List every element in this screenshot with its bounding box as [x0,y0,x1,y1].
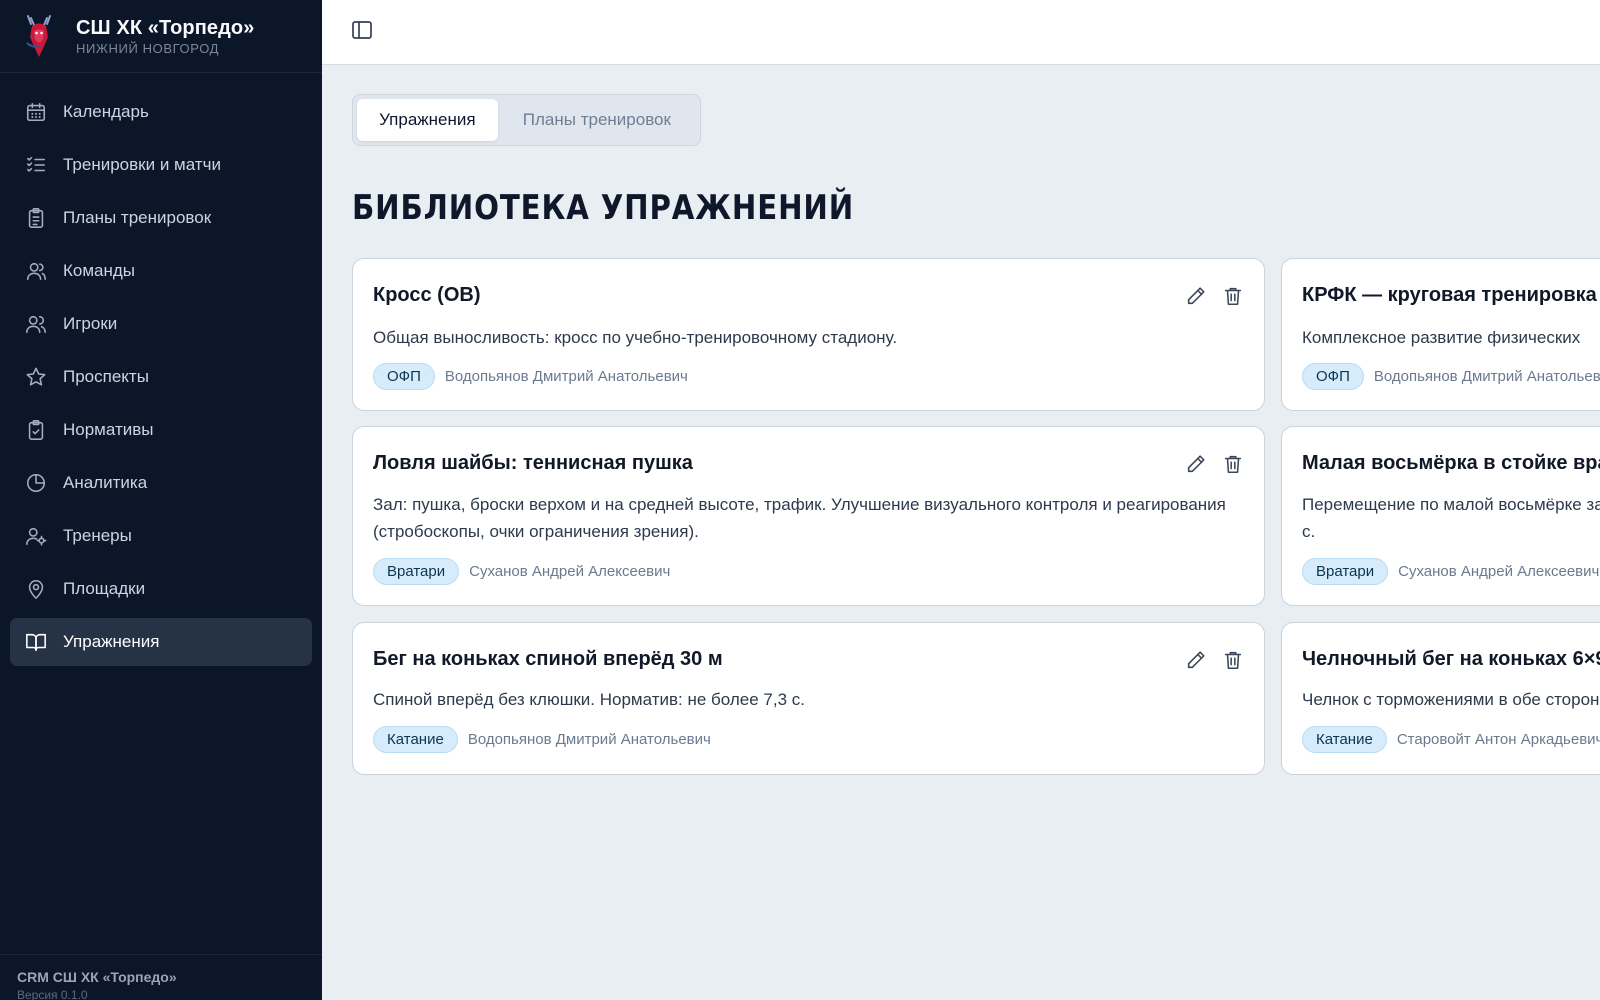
trash-icon [1224,287,1242,306]
category-badge: ОФП [373,363,435,390]
pencil-icon [1187,287,1205,305]
calendar-icon [25,101,47,123]
card-title: Челночный бег на коньках 6×9 [1302,648,1600,670]
exercise-card[interactable]: Кросс (ОВ) Общая выносливость: кросс по … [352,258,1265,411]
exercise-card[interactable]: Малая восьмёрка в стойке вратаря Перемещ… [1281,426,1600,606]
map-pin-icon [25,578,47,600]
star-icon [25,366,47,388]
sidebar-item-exercises[interactable]: Упражнения [10,618,312,666]
user-group-icon [25,313,47,335]
sidebar-item-label: Площадки [63,579,146,598]
card-author: Водопьянов Дмитрий Анатольевич [467,731,711,748]
trash-icon [1224,455,1242,474]
category-badge: Катание [373,726,458,753]
users-icon [25,260,47,282]
card-description: Перемещение по малой восьмёрке за с. [1302,495,1600,541]
book-open-icon [25,631,47,653]
sidebar-footer: CRM СШ ХК «Торпедо» Версия 0.1.0 [0,954,322,1000]
pencil-icon [1187,651,1205,669]
sidebar-item-label: Планы тренировок [63,208,212,227]
sidebar-item-trainings-matches[interactable]: Тренировки и матчи [10,141,312,189]
card-author: Старовойт Антон Аркадьевич [1396,731,1600,748]
page-title: Библиотека упражнений [352,188,855,228]
sidebar-item-venues[interactable]: Площадки [10,565,312,613]
tab-exercises[interactable]: Упражнения [357,99,498,141]
delete-button[interactable] [1222,649,1244,671]
clipboard-check-icon [25,419,47,441]
card-description: Челнок с торможениями в обе стороны [1302,690,1600,709]
brand-title: СШ ХК «Торпедо» [76,16,255,39]
card-description: Зал: пушка, броски верхом и на средней в… [373,495,1226,541]
brand-header[interactable]: СШ ХК «Торпедо» НИЖНИЙ НОВГОРОД [0,0,322,73]
exercise-card[interactable]: Бег на коньках спиной вперёд 30 м Спиной… [352,622,1265,775]
card-title: Малая восьмёрка в стойке вратаря [1302,452,1600,474]
sidebar: СШ ХК «Торпедо» НИЖНИЙ НОВГОРОД Календар… [0,0,322,1000]
exercise-card[interactable]: Челночный бег на коньках 6×9 Челнок с то… [1281,622,1600,775]
pie-chart-icon [25,472,47,494]
sidebar-item-label: Аналитика [63,473,148,492]
category-badge: Вратари [373,558,460,585]
category-badge: Вратари [1302,558,1389,585]
top-bar [322,0,1600,65]
category-badge: ОФП [1302,363,1364,390]
sidebar-item-label: Нормативы [63,420,154,439]
card-title: Кросс (ОВ) [373,284,481,306]
sidebar-nav: Календарь Тренировки и матчи Планы трени… [0,73,322,666]
card-description: Спиной вперёд без клюшки. Норматив: не б… [373,690,805,709]
sidebar-item-calendar[interactable]: Календарь [10,88,312,136]
sidebar-item-standards[interactable]: Нормативы [10,406,312,454]
sidebar-toggle-icon [352,21,372,39]
card-author: Суханов Андрей Алексеевич [1398,563,1600,580]
card-title: КРФК — круговая тренировка [1302,284,1597,306]
sidebar-item-label: Упражнения [63,632,160,651]
sidebar-item-label: Тренеры [63,526,132,545]
delete-button[interactable] [1222,285,1244,307]
pencil-icon [1187,455,1205,473]
sidebar-item-players[interactable]: Игроки [10,300,312,348]
sidebar-item-label: Игроки [63,314,118,333]
card-author: Суханов Андрей Алексеевич [469,563,671,580]
edit-button[interactable] [1185,649,1207,671]
category-badge: Катание [1302,726,1387,753]
card-description: Общая выносливость: кросс по учебно-трен… [373,328,898,347]
sidebar-item-training-plans[interactable]: Планы тренировок [10,194,312,242]
torpedo-logo-icon [26,15,51,57]
footer-app-name: CRM СШ ХК «Торпедо» [17,969,177,985]
delete-button[interactable] [1222,453,1244,475]
sidebar-item-teams[interactable]: Команды [10,247,312,295]
footer-version: Версия 0.1.0 [17,988,88,1000]
card-author: Водопьянов Дмитрий Анатольевич [444,368,688,385]
sidebar-item-label: Тренировки и матчи [63,155,221,174]
sidebar-item-analytics[interactable]: Аналитика [10,459,312,507]
card-author: Водопьянов Дмитрий Анатольевич [1373,368,1600,385]
sidebar-item-coaches[interactable]: Тренеры [10,512,312,560]
checklist-icon [25,154,47,176]
tab-bar: Упражнения Планы тренировок [352,94,701,146]
edit-button[interactable] [1185,453,1207,475]
sidebar-item-prospects[interactable]: Проспекты [10,353,312,401]
sidebar-item-label: Проспекты [63,367,149,386]
sidebar-toggle-button[interactable] [350,18,374,42]
sidebar-item-label: Команды [63,261,136,280]
trash-icon [1224,651,1242,670]
exercise-card[interactable]: КРФК — круговая тренировка Комплексное р… [1281,258,1600,411]
tab-training-plans[interactable]: Планы тренировок [498,99,696,141]
clipboard-list-icon [25,207,47,229]
exercise-card[interactable]: Ловля шайбы: теннисная пушка Зал: пушка,… [352,426,1265,606]
brand-subtitle: НИЖНИЙ НОВГОРОД [76,40,220,56]
sidebar-item-label: Календарь [63,102,149,121]
user-cog-icon [25,525,47,547]
card-title: Ловля шайбы: теннисная пушка [373,452,693,474]
edit-button[interactable] [1185,285,1207,307]
card-description: Комплексное развитие физических [1302,328,1581,347]
card-title: Бег на коньках спиной вперёд 30 м [373,648,723,670]
